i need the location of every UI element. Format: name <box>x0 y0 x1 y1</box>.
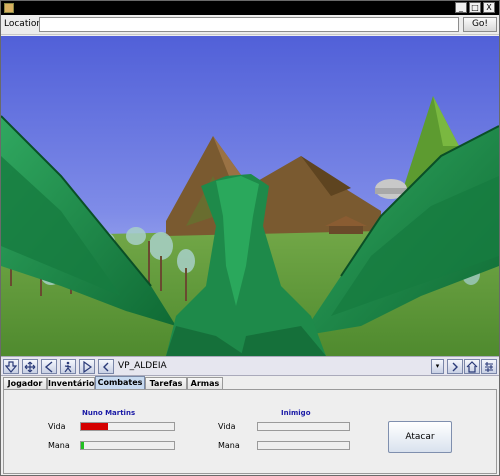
enemy-mana-bar <box>257 441 350 450</box>
navigation-toolbar: VP_ALDEIA ▾ <box>1 356 499 376</box>
tab-combates[interactable]: Combates <box>95 376 145 390</box>
viewpoint-label: VP_ALDEIA <box>118 361 167 371</box>
player-vida-label: Vida <box>48 422 66 431</box>
forward-icon[interactable] <box>79 359 95 374</box>
enemy-mana-label: Mana <box>218 441 240 450</box>
pan-icon[interactable] <box>22 359 38 374</box>
down-arrow-icon[interactable] <box>3 359 19 374</box>
scene-render <box>1 36 499 356</box>
java-app-icon <box>4 3 14 13</box>
enemy-vida-bar <box>257 422 350 431</box>
minimize-button[interactable]: _ <box>455 2 467 13</box>
vrml-3d-viewport[interactable] <box>1 36 499 356</box>
next-viewpoint-icon[interactable] <box>447 359 463 374</box>
player-mana-bar <box>80 441 175 450</box>
enemy-name: Inimigo <box>281 409 311 417</box>
title-bar: _ □ X <box>1 1 499 15</box>
location-input[interactable] <box>39 17 459 32</box>
walk-icon[interactable] <box>60 359 76 374</box>
player-vida-fill <box>81 423 108 430</box>
location-bar: Location: Go! <box>1 15 499 35</box>
app-window: _ □ X Location: Go! VP_ALDEIA ▾ Jogador … <box>0 0 500 476</box>
maximize-button[interactable]: □ <box>469 2 481 13</box>
player-name: Nuno Martins <box>82 409 136 417</box>
player-vida-bar <box>80 422 175 431</box>
player-mana-fill <box>81 442 84 449</box>
viewpoint-dropdown-button[interactable]: ▾ <box>431 359 444 374</box>
settings-icon[interactable] <box>481 359 497 374</box>
enemy-vida-label: Vida <box>218 422 236 431</box>
home-icon[interactable] <box>464 359 480 374</box>
player-mana-label: Mana <box>48 441 70 450</box>
tab-bar: Jogador Inventário Combates Tarefas Arma… <box>1 376 499 390</box>
combat-panel: Nuno Martins Vida Mana Inimigo Vida Mana… <box>3 390 497 474</box>
close-button[interactable]: X <box>483 2 495 13</box>
go-button[interactable]: Go! <box>463 17 497 32</box>
back-icon[interactable] <box>41 359 57 374</box>
prev-viewpoint-icon[interactable] <box>98 359 114 374</box>
attack-button[interactable]: Atacar <box>388 421 452 453</box>
